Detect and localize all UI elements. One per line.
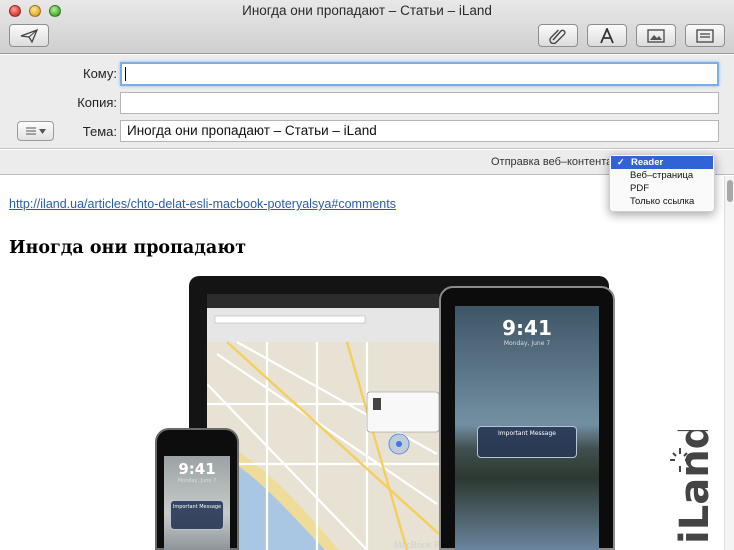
cc-label: Копия: — [77, 95, 117, 110]
tablet-date: Monday, June 7 — [503, 340, 551, 347]
header-options-button[interactable] — [17, 121, 54, 141]
article-image: MacBook Pro 9:41 Monday, June 7 Importan… — [155, 276, 715, 550]
stationery-icon — [696, 28, 714, 43]
tablet-time: 9:41 — [502, 316, 552, 340]
web-content-menu[interactable]: ✓ Reader Веб–страница PDF Только ссылка — [609, 154, 715, 212]
tablet-lock-screen: 9:41 Monday, June 7 Important Message — [455, 306, 599, 550]
to-field[interactable] — [120, 62, 719, 86]
map-drawing — [207, 294, 439, 550]
title-bar: Иногда они пропадают – Статьи – iLand — [0, 0, 734, 54]
stationery-button[interactable] — [685, 24, 725, 47]
paper-plane-icon — [20, 28, 38, 43]
article-link[interactable]: http://iland.ua/articles/chto-delat-esli… — [9, 197, 396, 211]
window-title: Иногда они пропадают – Статьи – iLand — [242, 3, 492, 18]
mail-compose-window: Иногда они пропадают – Статьи – iLand Ко… — [0, 0, 734, 550]
scrollbar-thumb[interactable] — [727, 180, 733, 202]
subject-value: Иногда они пропадают – Статьи – iLand — [127, 123, 377, 138]
fonts-button[interactable] — [587, 24, 627, 47]
phone-date: Monday, June 7 — [177, 478, 217, 484]
subject-field[interactable]: Иногда они пропадают – Статьи – iLand — [120, 120, 719, 142]
vertical-scrollbar[interactable] — [724, 176, 734, 550]
send-button[interactable] — [9, 24, 49, 47]
phone-time: 9:41 — [178, 460, 216, 478]
article-heading: Иногда они пропадают — [9, 238, 247, 258]
to-label: Кому: — [83, 66, 117, 81]
photo-browser-icon — [647, 28, 665, 43]
phone-illustration: 9:41 Monday, June 7 Important Message — [155, 428, 239, 550]
photo-browser-button[interactable] — [636, 24, 676, 47]
cc-field[interactable] — [120, 92, 719, 114]
menu-item-reader[interactable]: ✓ Reader — [611, 156, 713, 169]
tablet-alert: Important Message — [477, 426, 577, 458]
attach-button[interactable] — [538, 24, 578, 47]
font-A-icon — [600, 27, 614, 43]
text-caret — [125, 67, 126, 81]
paperclip-icon — [549, 29, 566, 44]
map-screen — [207, 294, 439, 550]
web-content-label: Отправка веб–контента: — [491, 156, 616, 168]
iland-logo: iLand — [670, 430, 716, 544]
menu-item-web-page[interactable]: Веб–страница — [610, 169, 714, 182]
phone-lock-screen: 9:41 Monday, June 7 Important Message — [164, 456, 230, 550]
menu-item-pdf[interactable]: PDF — [610, 182, 714, 195]
checkmark-icon: ✓ — [617, 157, 625, 167]
phone-alert: Important Message — [170, 500, 224, 530]
tablet-illustration: 9:41 Monday, June 7 Important Message — [439, 286, 615, 550]
subject-label: Тема: — [82, 124, 117, 139]
list-icon — [25, 127, 36, 135]
menu-item-link-only[interactable]: Только ссылка — [610, 195, 714, 208]
svg-text:iLand: iLand — [672, 430, 716, 544]
message-header: Кому: Копия: Тема: Иногда они пропадают … — [0, 55, 734, 149]
chevron-down-icon — [38, 128, 46, 134]
